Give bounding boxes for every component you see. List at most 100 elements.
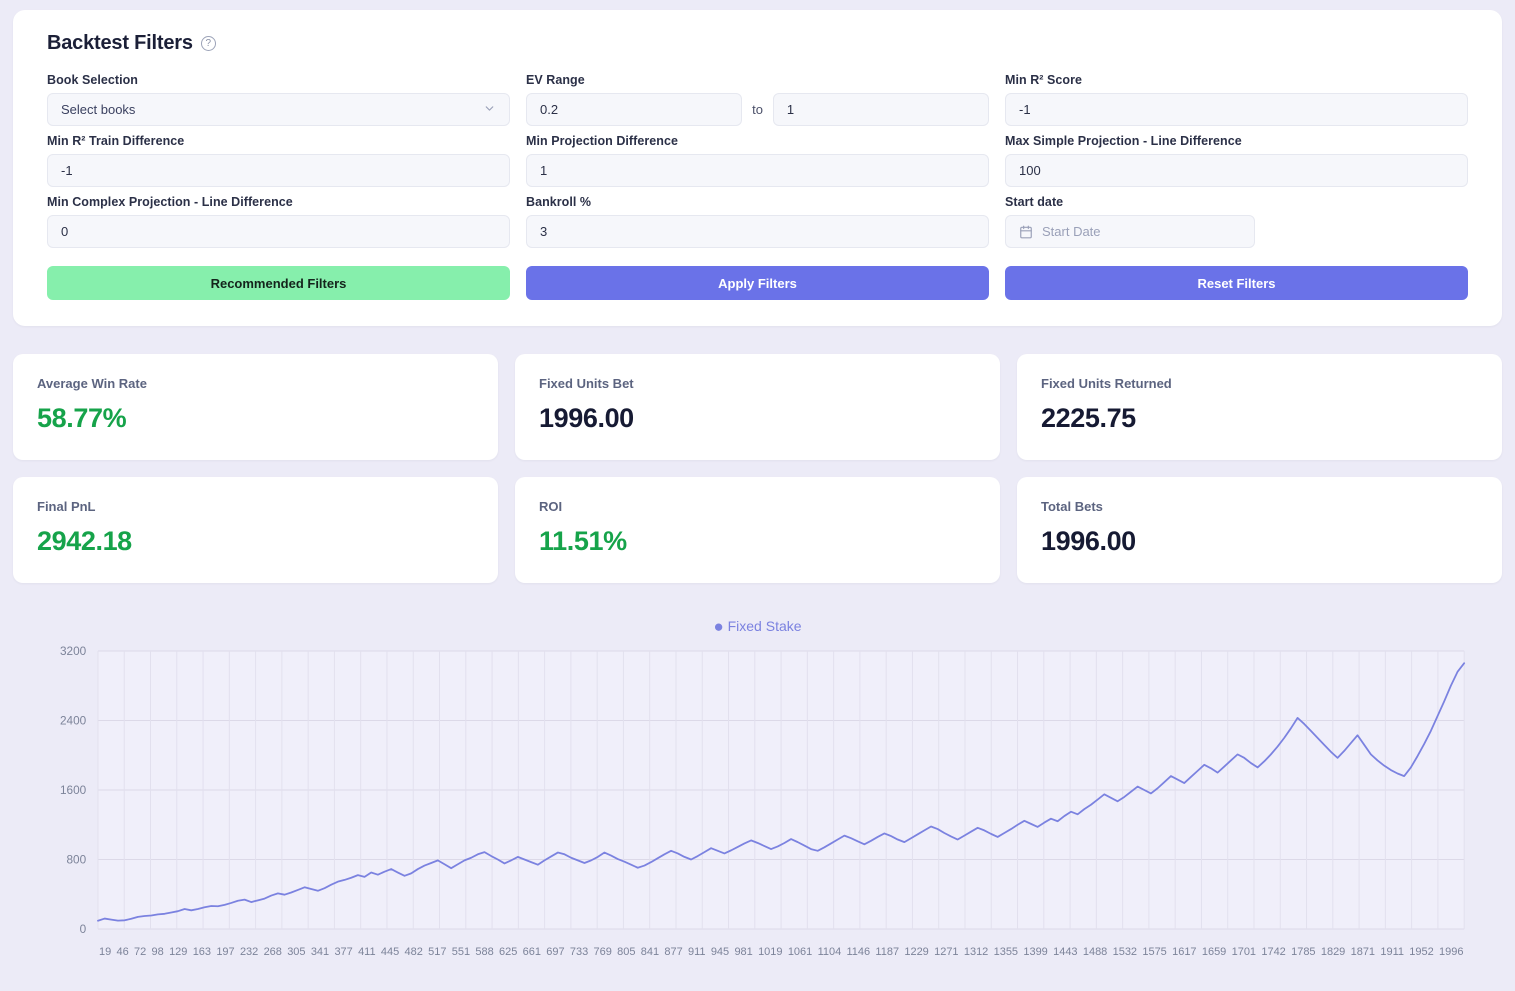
x-axis-tick: 1312: [964, 946, 988, 958]
stat-value: 2942.18: [37, 526, 474, 557]
x-axis-tick: 1742: [1261, 946, 1285, 958]
x-axis-tick: 1996: [1439, 946, 1463, 958]
book-selection-label: Book Selection: [47, 73, 510, 87]
ev-range-min-input[interactable]: [526, 93, 742, 126]
field-min-projection-difference: Min Projection Difference: [526, 134, 989, 187]
x-axis-tick: 588: [475, 946, 493, 958]
apply-filters-button[interactable]: Apply Filters: [526, 266, 989, 300]
ev-range-label: EV Range: [526, 73, 989, 87]
x-axis-tick: 1443: [1053, 946, 1077, 958]
stat-label: Final PnL: [37, 499, 474, 514]
ev-range-max-input[interactable]: [773, 93, 989, 126]
x-axis-tick: 1271: [934, 946, 958, 958]
chart-plot-area: 0 800 1600 2400 3200: [41, 643, 1474, 943]
min-r2-train-difference-input[interactable]: [47, 154, 510, 187]
field-max-simple-projection: Max Simple Projection - Line Difference: [1005, 134, 1468, 187]
field-min-r2-score: Min R² Score: [1005, 73, 1468, 126]
x-axis-tick: 1785: [1291, 946, 1315, 958]
stat-label: Total Bets: [1041, 499, 1478, 514]
chart-x-axis: 1946729812916319723226830534137741144548…: [41, 946, 1474, 958]
min-projection-difference-label: Min Projection Difference: [526, 134, 989, 148]
stat-value: 58.77%: [37, 403, 474, 434]
field-ev-range: EV Range to: [526, 73, 989, 126]
min-projection-difference-input[interactable]: [526, 154, 989, 187]
max-simple-projection-label: Max Simple Projection - Line Difference: [1005, 134, 1468, 148]
x-axis-tick: 1146: [846, 946, 870, 958]
stat-card: ROI 11.51%: [515, 477, 1000, 583]
x-axis-tick: 1871: [1351, 946, 1375, 958]
min-r2-score-input[interactable]: [1005, 93, 1468, 126]
card-header: Backtest Filters ?: [47, 32, 1468, 55]
legend-marker-icon: ●: [713, 617, 723, 636]
line-chart: 0 800 1600 2400 3200: [41, 643, 1474, 943]
x-axis-tick: 1617: [1172, 946, 1196, 958]
chevron-down-icon: [483, 102, 496, 118]
stat-card: Average Win Rate58.77%: [13, 354, 498, 460]
x-axis-tick: 697: [546, 946, 564, 958]
chart-legend[interactable]: ● Fixed Stake: [41, 617, 1474, 637]
book-selection-value: Select books: [61, 102, 135, 117]
x-axis-tick: 46: [117, 946, 129, 958]
min-r2-train-difference-label: Min R² Train Difference: [47, 134, 510, 148]
x-axis-tick: 1019: [758, 946, 782, 958]
y-axis-tick: 0: [80, 922, 87, 936]
stat-value: 11.51%: [539, 526, 976, 557]
min-complex-projection-label: Min Complex Projection - Line Difference: [47, 195, 510, 209]
stat-label: ROI: [539, 499, 976, 514]
equity-curve-section: ● Fixed Stake 0800160024003200 194672981…: [13, 617, 1502, 958]
app-root: Backtest Filters ? Book Selection Select…: [0, 0, 1515, 991]
x-axis-tick: 1229: [904, 946, 928, 958]
book-selection-select[interactable]: Select books: [47, 93, 510, 126]
x-axis-tick: 1061: [788, 946, 812, 958]
y-axis-tick: 800: [67, 852, 87, 866]
x-axis-tick: 445: [381, 946, 399, 958]
x-axis-tick: 551: [452, 946, 470, 958]
x-axis-tick: 163: [193, 946, 211, 958]
y-axis-tick: 2400: [60, 713, 87, 727]
x-axis-tick: 911: [688, 946, 706, 958]
stat-card: Final PnL 2942.18: [13, 477, 498, 583]
stat-value: 1996.00: [1041, 526, 1478, 557]
y-axis-tick: 1600: [60, 783, 87, 797]
min-r2-score-label: Min R² Score: [1005, 73, 1468, 87]
bankroll-pct-input[interactable]: [526, 215, 989, 248]
x-axis-tick: 1104: [818, 946, 842, 958]
stat-value: 1996.00: [539, 403, 976, 434]
stat-label: Fixed Units Bet: [539, 376, 976, 391]
filters-grid: Book Selection Select books EV Range to …: [47, 73, 1468, 256]
ev-range-row: to: [526, 93, 989, 126]
stat-card: Total Bets 1996.00: [1017, 477, 1502, 583]
x-axis-tick: 98: [152, 946, 164, 958]
y-axis-tick: 3200: [60, 644, 87, 658]
x-axis-tick: 1952: [1409, 946, 1433, 958]
field-book-selection: Book Selection Select books: [47, 73, 510, 126]
x-axis-tick: 129: [169, 946, 187, 958]
start-date-placeholder: Start Date: [1042, 224, 1101, 239]
help-circle-icon[interactable]: ?: [201, 36, 216, 51]
x-axis-tick: 981: [734, 946, 752, 958]
reset-filters-button[interactable]: Reset Filters: [1005, 266, 1468, 300]
x-axis-tick: 1701: [1232, 946, 1256, 958]
stat-card: Fixed Units Returned2225.75: [1017, 354, 1502, 460]
stat-value: 2225.75: [1041, 403, 1478, 434]
legend-label-fixed-stake: Fixed Stake: [728, 618, 802, 634]
x-axis-tick: 805: [617, 946, 635, 958]
x-axis-tick: 482: [405, 946, 423, 958]
page-title: Backtest Filters: [47, 32, 193, 55]
start-date-picker[interactable]: Start Date: [1005, 215, 1255, 248]
x-axis-tick: 625: [499, 946, 517, 958]
summary-stats-grid: Average Win Rate58.77% Fixed Units Bet 199…: [13, 354, 1502, 583]
x-axis-tick: 877: [664, 946, 682, 958]
x-axis-tick: 1911: [1380, 946, 1404, 958]
start-date-label: Start date: [1005, 195, 1468, 209]
max-simple-projection-input[interactable]: [1005, 154, 1468, 187]
bankroll-pct-label: Bankroll %: [526, 195, 989, 209]
recommended-filters-button[interactable]: Recommended Filters: [47, 266, 510, 300]
x-axis-tick: 268: [264, 946, 282, 958]
min-complex-projection-input[interactable]: [47, 215, 510, 248]
filter-buttons-row: Recommended Filters Apply Filters Reset …: [47, 266, 1468, 300]
x-axis-tick: 305: [287, 946, 305, 958]
x-axis-tick: 197: [216, 946, 234, 958]
field-start-date: Start date Start Date: [1005, 195, 1468, 248]
x-axis-tick: 769: [594, 946, 612, 958]
